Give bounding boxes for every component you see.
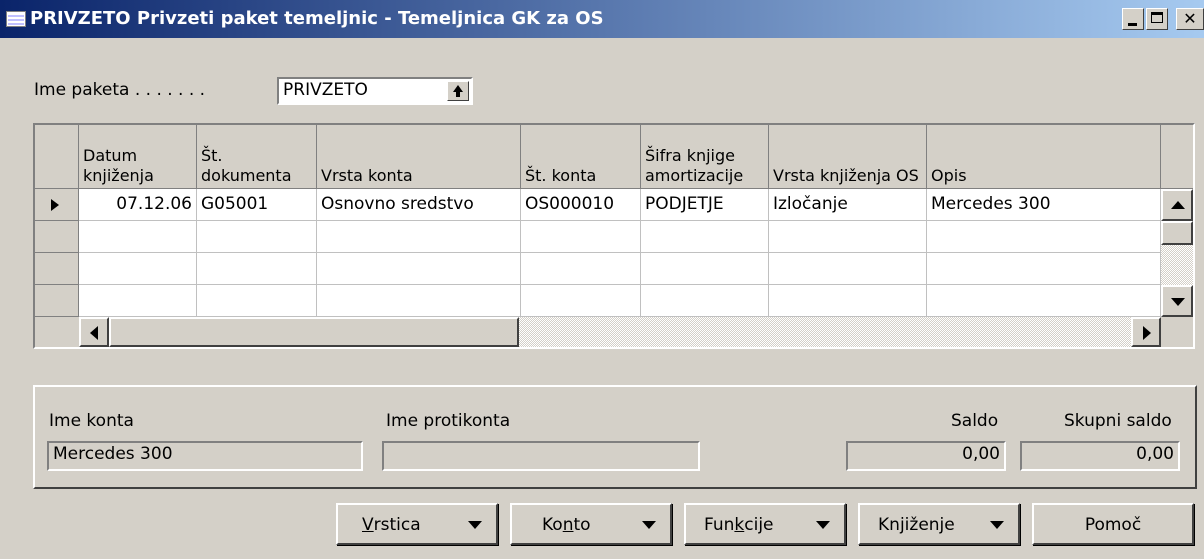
cell-depreciation-book[interactable] — [641, 221, 769, 253]
account-menu-button[interactable]: Konto — [510, 503, 672, 545]
cell-description[interactable]: Mercedes 300 — [927, 189, 1161, 221]
cell-account-no[interactable]: OS000010 — [521, 189, 641, 221]
cell-account-type[interactable] — [317, 285, 521, 317]
cell-description[interactable] — [927, 285, 1161, 317]
row-selector[interactable] — [35, 221, 79, 253]
cell-account-no[interactable] — [521, 221, 641, 253]
vertical-scroll-thumb[interactable] — [1161, 221, 1193, 245]
scroll-left-icon — [90, 326, 98, 340]
cell-document-no[interactable] — [197, 221, 317, 253]
cell-account-no[interactable] — [521, 285, 641, 317]
account-button-label: Konto — [542, 515, 591, 535]
scroll-right-icon — [1143, 326, 1151, 340]
column-header-account-type[interactable]: Vrsta konta — [317, 125, 521, 189]
close-icon: ✕ — [1183, 9, 1197, 28]
cell-document-no[interactable]: G05001 — [197, 189, 317, 221]
column-header-description[interactable]: Opis — [927, 125, 1161, 189]
account-name-label: Ime konta — [49, 411, 134, 431]
maximize-icon — [1151, 12, 1163, 23]
cell-fa-posting-type[interactable] — [769, 221, 927, 253]
cell-depreciation-book[interactable]: PODJETJE — [641, 189, 769, 221]
balance-account-name-label: Ime protikonta — [386, 411, 511, 431]
batch-name-label: Ime paketa . . . . . . . — [34, 80, 206, 100]
column-header-account-no[interactable]: Št. konta — [521, 125, 641, 189]
column-header-filler — [1161, 125, 1193, 189]
cell-posting-date[interactable] — [79, 221, 197, 253]
info-panel: Ime konta Mercedes 300 Ime protikonta Sa… — [33, 385, 1197, 489]
row-selector[interactable] — [35, 189, 79, 221]
title-bar[interactable]: PRIVZETO Privzeti paket temeljnic - Teme… — [0, 0, 1204, 38]
column-header-document-no[interactable]: Št. dokumenta — [197, 125, 317, 189]
cell-posting-date[interactable] — [79, 253, 197, 285]
scroll-right-button[interactable] — [1131, 317, 1161, 347]
column-header-fa-posting-type[interactable]: Vrsta knjiženja OS — [769, 125, 927, 189]
functions-button-label: Funkcije — [704, 515, 774, 535]
cell-account-no[interactable] — [521, 253, 641, 285]
scroll-up-button[interactable] — [1161, 189, 1193, 221]
grid-corner-right — [1161, 317, 1193, 347]
up-arrow-icon — [453, 85, 463, 92]
dropdown-arrow-icon — [468, 521, 482, 529]
current-row-icon — [51, 199, 59, 211]
help-button[interactable]: Pomoč — [1032, 503, 1194, 545]
posting-menu-button[interactable]: Knjiženje — [858, 503, 1020, 545]
dropdown-arrow-icon — [990, 521, 1004, 529]
close-button[interactable]: ✕ — [1176, 8, 1204, 30]
horizontal-scroll-thumb[interactable] — [109, 317, 519, 347]
total-balance-label: Skupni saldo — [1064, 411, 1172, 431]
cell-fa-posting-type[interactable]: Izločanje — [769, 189, 927, 221]
minimize-icon — [1128, 23, 1137, 26]
help-button-label: Pomoč — [1084, 515, 1142, 535]
dropdown-arrow-icon — [642, 521, 656, 529]
cell-account-type[interactable] — [317, 221, 521, 253]
row-selector[interactable] — [35, 285, 79, 317]
line-menu-button[interactable]: Vrstica — [336, 503, 498, 545]
row-selector[interactable] — [35, 253, 79, 285]
account-name-field[interactable]: Mercedes 300 — [47, 441, 363, 471]
journal-lines-grid[interactable]: Datum knjiženja Št. dokumenta Vrsta kont… — [33, 123, 1195, 349]
minimize-button[interactable] — [1122, 8, 1144, 30]
line-button-label: Vrstica — [362, 515, 421, 535]
balance-field[interactable]: 0,00 — [846, 441, 1006, 471]
column-header-depreciation-book[interactable]: Šifra knjige amortizacije — [641, 125, 769, 189]
cell-posting-date[interactable] — [79, 285, 197, 317]
scroll-up-icon — [1171, 201, 1185, 209]
column-header-posting-date[interactable]: Datum knjiženja — [79, 125, 197, 189]
balance-account-name-field[interactable] — [382, 441, 700, 471]
horizontal-scrollbar[interactable] — [79, 317, 1161, 347]
total-balance-field[interactable]: 0,00 — [1020, 441, 1180, 471]
cell-account-type[interactable] — [317, 253, 521, 285]
scroll-left-button[interactable] — [79, 317, 109, 347]
vertical-scrollbar[interactable] — [1161, 189, 1193, 317]
window-title: PRIVZETO Privzeti paket temeljnic - Teme… — [30, 8, 604, 29]
batch-name-field[interactable]: PRIVZETO — [277, 77, 473, 105]
cell-depreciation-book[interactable] — [641, 253, 769, 285]
cell-fa-posting-type[interactable] — [769, 285, 927, 317]
cell-posting-date[interactable]: 07.12.06 — [79, 189, 197, 221]
scroll-down-icon — [1171, 298, 1185, 306]
cell-depreciation-book[interactable] — [641, 285, 769, 317]
form-icon — [6, 11, 26, 27]
maximize-button[interactable] — [1146, 8, 1168, 30]
balance-label: Saldo — [951, 411, 999, 431]
cell-description[interactable] — [927, 253, 1161, 285]
scroll-down-button[interactable] — [1161, 285, 1193, 317]
dropdown-arrow-icon — [816, 521, 830, 529]
batch-lookup-button[interactable] — [447, 81, 469, 101]
cell-document-no[interactable] — [197, 285, 317, 317]
grid-corner — [35, 317, 79, 347]
batch-name-value: PRIVZETO — [283, 80, 368, 100]
row-selector-header — [35, 125, 79, 189]
cell-fa-posting-type[interactable] — [769, 253, 927, 285]
functions-menu-button[interactable]: Funkcije — [684, 503, 846, 545]
cell-document-no[interactable] — [197, 253, 317, 285]
cell-account-type[interactable]: Osnovno sredstvo — [317, 189, 521, 221]
posting-button-label: Knjiženje — [878, 515, 955, 535]
cell-description[interactable] — [927, 221, 1161, 253]
